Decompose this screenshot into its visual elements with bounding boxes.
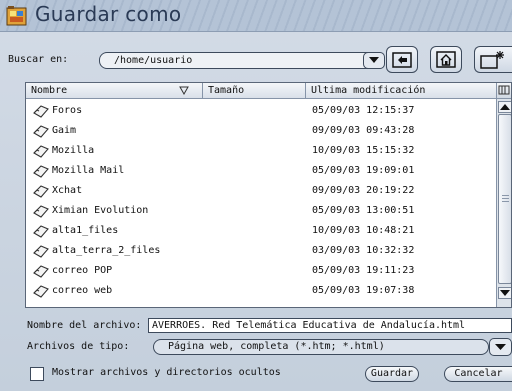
table-row[interactable]: Gaim 09/09/03 09:43:28 [26,121,496,141]
column-header-name-label: Nombre [31,85,68,96]
file-modified: 05/09/03 13:00:51 [312,205,415,216]
file-modified: 05/09/03 19:09:01 [312,165,415,176]
look-in-combo[interactable]: /home/usuario [99,52,379,69]
file-modified: 09/09/03 09:43:28 [312,125,415,136]
title-bar[interactable]: Guardar como [0,0,512,32]
vertical-scrollbar[interactable] [496,83,511,307]
look-in-dropdown-button[interactable] [363,52,385,69]
table-row[interactable]: Mozilla 10/09/03 15:15:32 [26,141,496,161]
file-modified: 09/09/03 20:19:22 [312,185,415,196]
window-title: Guardar como [35,2,182,26]
table-row[interactable]: correo web 05/09/03 19:07:38 [26,281,496,301]
filename-field[interactable]: AVERROES. Red Telemática Educativa de An… [148,318,512,333]
file-name: correo web [52,285,113,296]
file-name: Gaim [52,125,77,136]
up-folder-button[interactable] [386,46,418,73]
up-folder-icon [392,52,412,68]
look-in-label: Buscar en: [8,54,69,65]
table-row[interactable]: Xchat 09/09/03 20:19:22 [26,181,496,201]
file-name: Xchat [52,185,83,196]
app-icon [6,6,27,26]
save-button[interactable]: Guardar [365,366,419,382]
file-name: Foros [52,105,83,116]
column-chooser-icon[interactable] [497,83,511,99]
scroll-up-button[interactable] [498,101,511,113]
scroll-thumb[interactable] [498,114,511,284]
chevron-down-icon [369,57,379,63]
file-name: Mozilla [52,145,95,156]
file-name: alta_terra_2_files [52,245,161,256]
filename-label: Nombre del archivo: [27,320,142,331]
new-folder-button[interactable] [474,46,512,73]
sort-triangle-icon [179,86,189,95]
save-dialog: Guardar como Buscar en: /home/usuario No… [0,0,512,391]
file-list[interactable]: Nombre Tamaño Ultima modificación Foros 0… [25,82,512,308]
filetype-dropdown-button[interactable] [489,338,512,356]
column-header-name[interactable]: Nombre [26,83,203,99]
file-name: Ximian Evolution [52,205,149,216]
column-header-modified[interactable]: Ultima modificación [306,83,496,99]
show-hidden-checkbox[interactable] [30,367,44,381]
cancel-button[interactable]: Cancelar [444,366,512,382]
file-name: correo POP [52,265,113,276]
arrow-down-icon [500,290,510,296]
new-folder-icon [480,51,504,69]
file-name: Mozilla Mail [52,165,125,176]
filetype-label: Archivos de tipo: [27,341,130,352]
table-row[interactable]: Foros 05/09/03 12:15:37 [26,101,496,121]
chevron-down-icon [495,344,506,350]
list-header: Nombre Tamaño Ultima modificación [26,83,496,99]
column-header-size[interactable]: Tamaño [203,83,306,99]
arrow-up-icon [500,104,510,110]
folder-icon [32,284,50,307]
table-row[interactable]: alta_terra_2_files 03/09/03 10:32:32 [26,241,496,261]
home-button[interactable] [430,46,462,73]
file-modified: 10/09/03 10:48:21 [312,225,415,236]
file-modified: 03/09/03 10:32:32 [312,245,415,256]
filetype-combo[interactable]: Página web, completa (*.htm; *.html) [153,339,489,355]
file-modified: 10/09/03 15:15:32 [312,145,415,156]
table-row[interactable]: alta1_files 10/09/03 10:48:21 [26,221,496,241]
show-hidden-label: Mostrar archivos y directorios ocultos [52,367,281,378]
file-modified: 05/09/03 19:11:23 [312,265,415,276]
table-row[interactable]: Mozilla Mail 05/09/03 19:09:01 [26,161,496,181]
table-row[interactable]: correo POP 05/09/03 19:11:23 [26,261,496,281]
table-row[interactable]: Ximian Evolution 05/09/03 13:00:51 [26,201,496,221]
file-name: alta1_files [52,225,119,236]
home-icon [436,51,456,68]
file-modified: 05/09/03 12:15:37 [312,105,415,116]
scroll-down-button[interactable] [498,287,511,299]
file-modified: 05/09/03 19:07:38 [312,285,415,296]
